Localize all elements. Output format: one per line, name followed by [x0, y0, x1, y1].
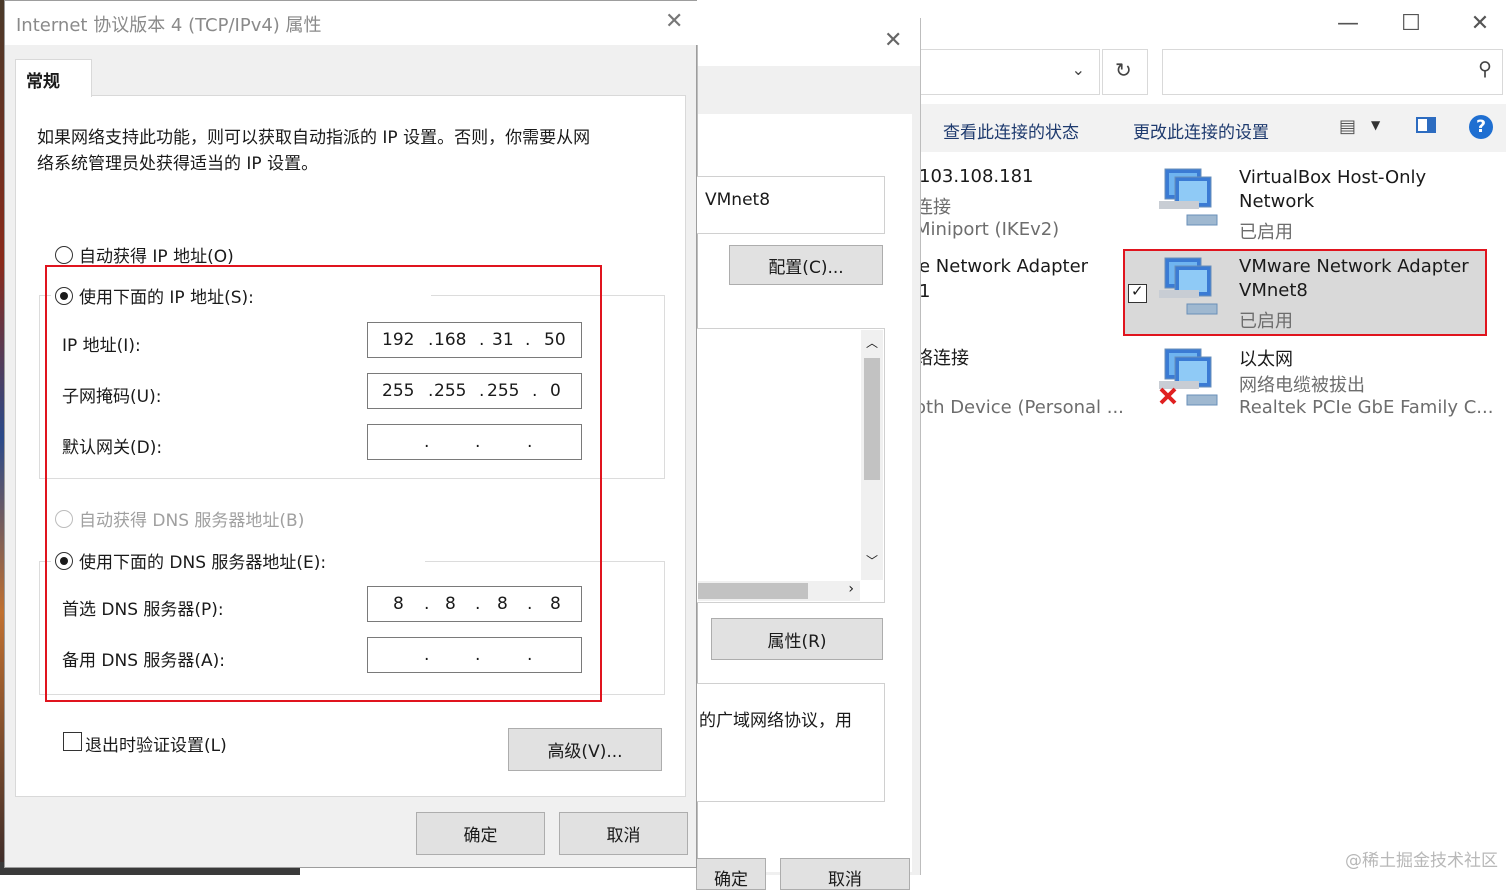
search-input[interactable]: ⚲: [1162, 49, 1503, 95]
description-box: 的广域网络协议，用: [696, 683, 885, 802]
scrollbar-thumb[interactable]: [864, 358, 880, 480]
refresh-icon: ↻: [1115, 58, 1132, 82]
ok-button[interactable]: 确定: [696, 858, 766, 890]
adapter-device: Realtek PCIe GbE Family C...: [1239, 397, 1494, 418]
adapter-name[interactable]: Network: [1239, 191, 1314, 212]
horizontal-scrollbar[interactable]: ›: [698, 581, 860, 601]
description-line: 络系统管理员处获得适当的 IP 设置。: [37, 154, 319, 174]
tab-general[interactable]: 常规: [15, 59, 92, 97]
chevron-up-icon[interactable]: ︿: [866, 334, 878, 351]
network-adapter-icon[interactable]: [1157, 165, 1227, 229]
adapter-name[interactable]: 以太网: [1239, 345, 1293, 371]
description-line: 如果网络支持此功能，则可以获取自动指派的 IP 设置。否则，你需要从网: [37, 128, 591, 148]
scrollbar-thumb[interactable]: [698, 583, 808, 599]
items-list[interactable]: ︿ ﹀ ›: [696, 328, 885, 603]
auto-ip-radio[interactable]: [55, 246, 73, 264]
configure-button[interactable]: 配置(C)...: [729, 245, 883, 285]
close-icon[interactable]: ✕: [884, 28, 902, 53]
left-item-text: e Network Adapter: [919, 256, 1089, 277]
description-text: 的广域网络协议，用: [699, 711, 852, 731]
left-item-text: oth Device (Personal ...: [915, 397, 1124, 418]
adapter-status: 已启用: [1239, 222, 1293, 243]
adapter-name[interactable]: VirtualBox Host-Only: [1239, 167, 1426, 188]
dialog-title: Internet 协议版本 4 (TCP/IPv4) 属性: [16, 15, 322, 36]
network-adapter-icon[interactable]: [1157, 345, 1227, 409]
change-settings-command[interactable]: 更改此连接的设置: [1133, 118, 1269, 143]
refresh-button[interactable]: ↻: [1102, 49, 1148, 95]
validate-checkbox[interactable]: [63, 732, 82, 751]
tcpip-properties-dialog: Internet 协议版本 4 (TCP/IPv4) 属性 ✕ 常规 如果网络支…: [4, 0, 698, 868]
watermark: @稀土掘金技术社区: [1345, 851, 1498, 871]
close-icon[interactable]: ✕: [665, 9, 683, 34]
preview-pane-icon[interactable]: [1416, 117, 1436, 133]
advanced-button[interactable]: 高级(V)...: [508, 728, 662, 771]
tab-label: 常规: [26, 72, 60, 92]
connect-using-box: VMnet8: [696, 176, 885, 234]
search-icon: ⚲: [1478, 58, 1492, 80]
dialog-titlebar: Internet 协议版本 4 (TCP/IPv4) 属性 ✕: [5, 1, 698, 45]
help-icon[interactable]: ?: [1469, 115, 1493, 139]
highlight-box: [45, 265, 602, 702]
validate-label[interactable]: 退出时验证设置(L): [85, 731, 227, 756]
view-status-command[interactable]: 查看此连接的状态: [943, 118, 1079, 143]
maximize-button[interactable]: ☐: [1396, 8, 1426, 38]
minimize-button[interactable]: —: [1333, 8, 1363, 38]
command-bar: 查看此连接的状态 更改此连接的设置 ▤ ▼ ?: [919, 104, 1506, 152]
highlight-box: [1123, 249, 1487, 336]
properties-button[interactable]: 属性(R): [711, 618, 883, 660]
chevron-right-icon[interactable]: ›: [848, 581, 854, 597]
cancel-button[interactable]: 取消: [780, 858, 910, 890]
chevron-down-icon[interactable]: ▼: [1371, 118, 1380, 132]
adapter-name-text: VMnet8: [705, 190, 771, 210]
view-options-icon[interactable]: ▤: [1339, 116, 1356, 137]
chevron-down-icon[interactable]: ﹀: [866, 552, 878, 569]
left-item-text: 103.108.181: [919, 166, 1034, 187]
left-item-text: 络连接: [915, 348, 969, 369]
adapter-properties-dialog: ✕ VMnet8 配置(C)... ︿ ﹀ › 属性(R) 的广域网络协议，用 …: [696, 18, 921, 890]
vertical-scrollbar[interactable]: ︿ ﹀: [861, 330, 883, 580]
adapter-status: 网络电缆被拔出: [1239, 375, 1365, 396]
cancel-button[interactable]: 取消: [559, 812, 688, 855]
auto-ip-label[interactable]: 自动获得 IP 地址(O): [79, 242, 234, 267]
ok-button[interactable]: 确定: [416, 812, 545, 855]
address-bar[interactable]: ⌄: [918, 49, 1100, 95]
chevron-down-icon[interactable]: ⌄: [1072, 60, 1085, 79]
close-button[interactable]: ✕: [1465, 8, 1495, 38]
left-item-text: Miniport (IKEv2): [915, 219, 1060, 240]
network-connections-window: — ☐ ✕ ⌄ ↻ ⚲ 查看此连接的状态 更改此连接的设置 ▤ ▼ ? 103.…: [915, 0, 1506, 875]
